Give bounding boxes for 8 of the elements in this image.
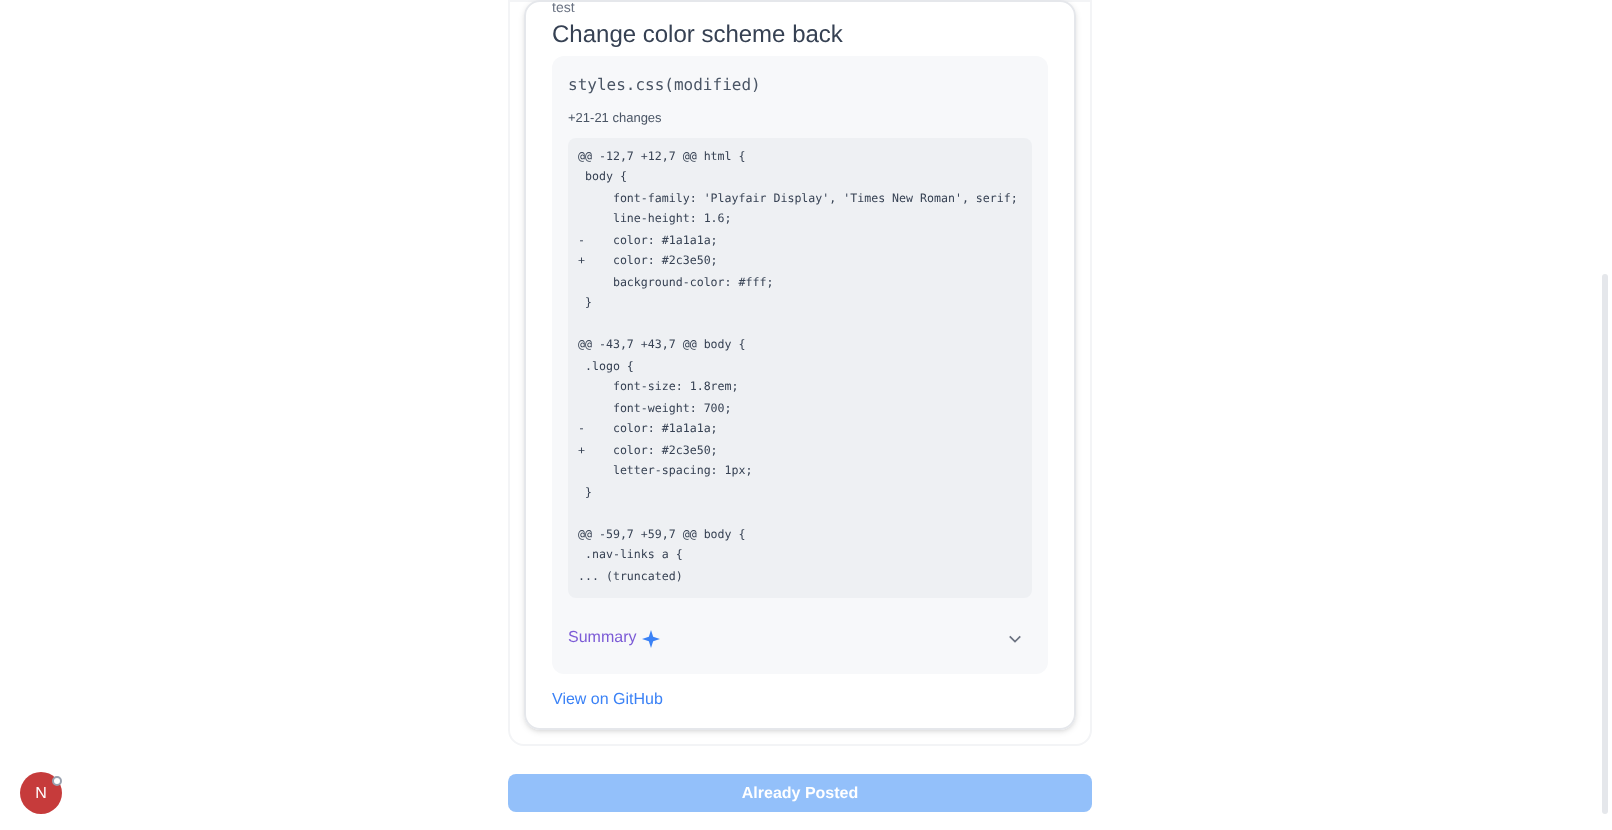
avatar[interactable]: N: [20, 772, 62, 814]
file-name: styles.css(modified): [568, 74, 763, 98]
github-link[interactable]: View on GitHub: [552, 688, 1048, 713]
status-badge: [52, 776, 62, 786]
commit-title: Change color scheme back: [552, 18, 845, 50]
sparkle-icon: [642, 629, 661, 648]
chevron-icon: [1008, 633, 1022, 644]
summary-toggle[interactable]: Summary: [568, 618, 1032, 659]
